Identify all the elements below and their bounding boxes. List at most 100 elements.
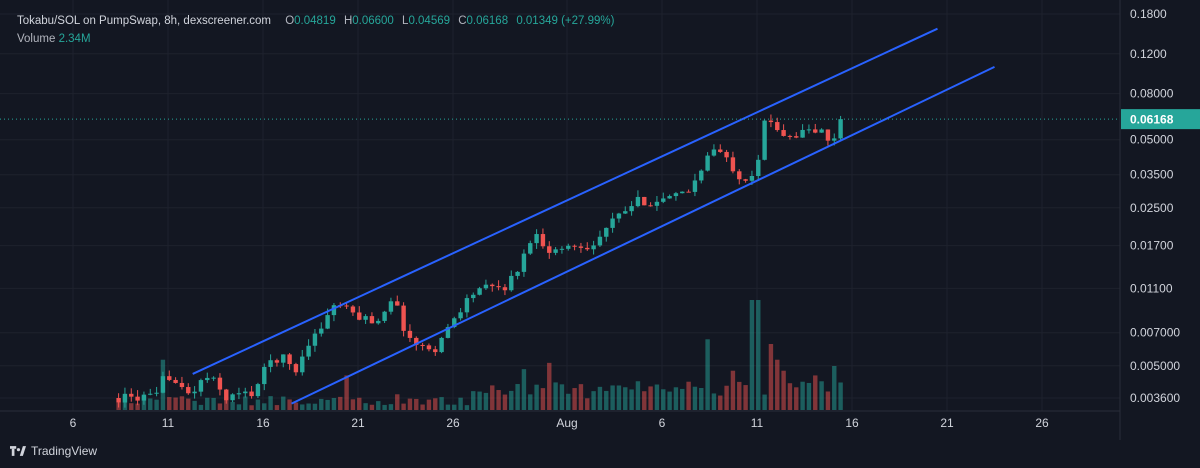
volume-bar-105 [781,370,786,410]
candle-body-84 [648,205,653,207]
candle-body-105 [781,130,786,136]
volume-bar-21 [249,405,254,410]
volume-bar-52 [445,404,451,410]
volume-label: Volume [17,33,56,45]
volume-bar-102 [762,394,767,410]
ohlc-line: Tokabu/SOL on PumpSwap, 8h, dexscreener.… [17,12,614,30]
candle-body-82 [635,196,641,207]
volume-bar-44 [395,394,400,410]
volume-bar-99 [743,385,748,410]
high-value: 0.06600 [352,15,394,27]
candle-body-107 [794,136,799,138]
candle-body-22 [255,384,261,397]
candle-body-62 [509,275,514,291]
volume-bar-48 [420,404,425,410]
candle-body-1 [122,393,128,403]
candle-body-112 [825,129,831,141]
candle-body-91 [692,180,698,192]
volume-bar-23 [262,403,267,410]
candle-body-32 [319,328,324,334]
volume-bar-30 [306,403,311,410]
volume-bar-9 [173,397,178,410]
change-value: 0.01349 (+27.99%) [516,15,615,27]
volume-bar-13 [198,404,204,410]
candle-body-94 [711,149,717,156]
volume-bar-42 [382,404,387,410]
volume-bar-73 [578,384,584,410]
candle-body-69 [553,249,558,253]
candle-body-46 [407,330,413,338]
last-price-badge: 0.06168 [1121,109,1200,130]
volume-bar-20 [243,396,248,410]
candle-body-73 [578,246,584,248]
candle-body-4 [141,394,147,401]
volume-bar-54 [458,397,463,410]
candle-body-70 [559,248,565,250]
volume-bar-103 [768,344,774,410]
volume-bar-37 [350,399,356,410]
candle-body-28 [293,364,299,373]
candle-body-12 [192,391,197,394]
volume-bar-51 [439,397,444,410]
volume-bar-38 [357,397,362,410]
volume-bar-26 [281,396,286,410]
candle-body-31 [312,333,318,346]
volume-bar-22 [255,399,261,410]
volume-bar-57 [477,391,482,410]
volume-bar-53 [452,404,457,410]
candle-body-40 [369,316,375,324]
candle-body-114 [838,119,843,139]
volume-bar-45 [401,403,406,410]
candle-body-108 [800,129,805,138]
volume-bar-65 [528,394,533,410]
volume-bar-82 [635,381,641,410]
volume-bar-83 [642,391,647,410]
candle-body-38 [357,312,362,320]
candle-body-29 [300,356,305,373]
tradingview-watermark[interactable]: TradingView [10,444,97,458]
candle-body-87 [667,196,672,199]
y-tick-label-10: 0.003600 [1130,391,1180,405]
x-tick-label-0: 6 [70,416,77,430]
volume-bar-10 [179,396,185,410]
candle-body-48 [420,344,425,346]
candle-body-83 [642,196,647,206]
candle-body-65 [528,243,533,254]
volume-bar-32 [319,398,324,410]
volume-line: Volume 2.34M [17,30,614,48]
candle-body-14 [205,377,210,381]
candle-body-88 [673,193,679,197]
volume-bar-47 [414,398,419,410]
volume-bar-39 [363,403,368,410]
candle-body-100 [749,175,755,181]
volume-bar-92 [699,387,704,410]
candle-body-104 [775,122,780,131]
volume-bar-50 [433,398,438,410]
candle-body-41 [376,320,381,324]
x-tick-label-2: 16 [256,416,270,430]
candle-body-30 [306,345,311,357]
candle-body-68 [547,246,552,253]
candle-body-77 [604,227,609,237]
candle-51 [439,336,444,354]
volume-bar-91 [692,386,698,410]
volume-bar-98 [737,381,742,410]
volume-bar-64 [521,369,527,410]
candle-body-92 [699,170,704,181]
chart-area[interactable]: 0.1800 0.1200 0.08000 0.05000 0.03500 0.02500… [0,0,1200,468]
candle-body-98 [737,171,742,180]
volume-bar-79 [616,385,622,410]
volume-bar-25 [274,405,280,410]
tradingview-brand: TradingView [31,444,98,458]
volume-bar-80 [623,387,628,410]
open-label: O [285,15,295,27]
volume-value: 2.34M [58,33,91,45]
candle-body-23 [262,366,267,385]
volume-bar-63 [515,384,520,410]
price-chart[interactable]: 0.1800 0.1200 0.08000 0.05000 0.03500 0.02500… [0,0,1200,468]
candle-body-99 [743,179,748,181]
volume-bar-95 [718,395,723,410]
candle-body-27 [287,354,292,365]
candle-body-103 [768,120,774,123]
volume-bar-97 [730,370,736,410]
